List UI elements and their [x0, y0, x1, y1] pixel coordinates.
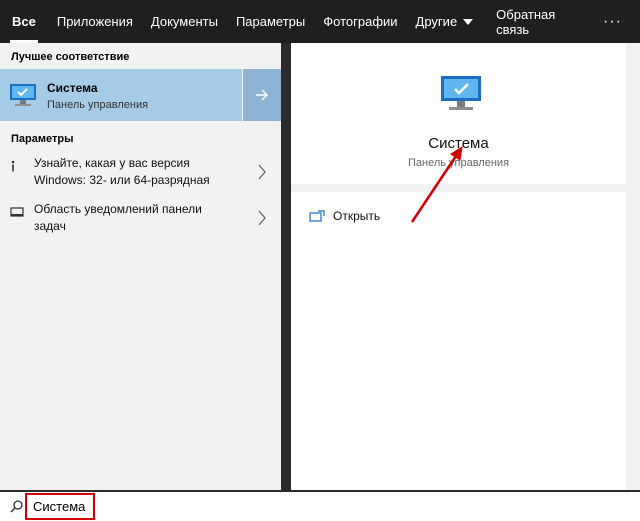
preview-panel: Система Панель управления Открыть	[291, 43, 626, 490]
chevron-right-icon	[258, 210, 266, 226]
list-item-label: Область уведомлений панели задач	[34, 202, 202, 233]
search-highlight-box	[25, 493, 95, 520]
taskbar-icon	[10, 207, 24, 217]
tab-apps[interactable]: Приложения	[48, 0, 142, 43]
tab-label: Документы	[150, 14, 218, 29]
tab-label: Все	[12, 14, 36, 29]
search-input[interactable]	[27, 495, 91, 518]
settings-heading: Параметры	[11, 133, 74, 145]
results-panel: Лучшее соответствие Система Панель управ…	[0, 43, 281, 490]
tab-documents[interactable]: Документы	[142, 0, 227, 43]
open-button[interactable]: Открыть	[309, 209, 380, 223]
search-filter-bar: Все Приложения Документы Параметры Фотог…	[0, 0, 640, 43]
chevron-right-icon	[258, 164, 266, 180]
tab-label: Фотографии	[323, 14, 398, 29]
best-match-item[interactable]: Система Панель управления	[0, 69, 281, 121]
arrow-right-icon	[256, 89, 269, 101]
more-options-button[interactable]: ···	[593, 0, 640, 43]
tab-label: Другие	[415, 14, 458, 29]
preview-subtitle: Панель управления	[407, 157, 510, 169]
search-bar	[0, 490, 640, 521]
open-label: Открыть	[333, 209, 381, 223]
tab-label: Приложения	[56, 14, 133, 29]
feedback-button[interactable]: Обратная связь	[482, 0, 593, 43]
tab-label: Параметры	[235, 14, 306, 29]
scrollbar[interactable]	[626, 43, 640, 490]
search-icon	[10, 500, 23, 513]
divider	[291, 184, 626, 192]
best-match-title: Система	[47, 81, 98, 95]
open-icon	[309, 210, 325, 222]
tab-all[interactable]: Все	[0, 0, 48, 43]
chevron-down-icon	[463, 18, 474, 25]
tab-settings[interactable]: Параметры	[227, 0, 314, 43]
list-item-taskbar-notifications[interactable]: Область уведомлений панели задач	[0, 197, 281, 243]
list-item-windows-version[interactable]: Узнайте, какая у вас версия Windows: 32-…	[0, 151, 281, 197]
preview-title: Система	[428, 135, 489, 152]
computer-monitor-icon	[441, 76, 481, 110]
computer-monitor-icon	[10, 84, 36, 106]
open-details-button[interactable]	[242, 69, 281, 121]
tab-photos[interactable]: Фотографии	[314, 0, 406, 43]
list-item-label: Узнайте, какая у вас версия Windows: 32-…	[34, 156, 210, 187]
tab-other[interactable]: Другие	[407, 0, 483, 43]
best-match-heading: Лучшее соответствие	[11, 51, 130, 63]
info-icon	[11, 160, 15, 172]
best-match-subtitle: Панель управления	[47, 99, 149, 111]
